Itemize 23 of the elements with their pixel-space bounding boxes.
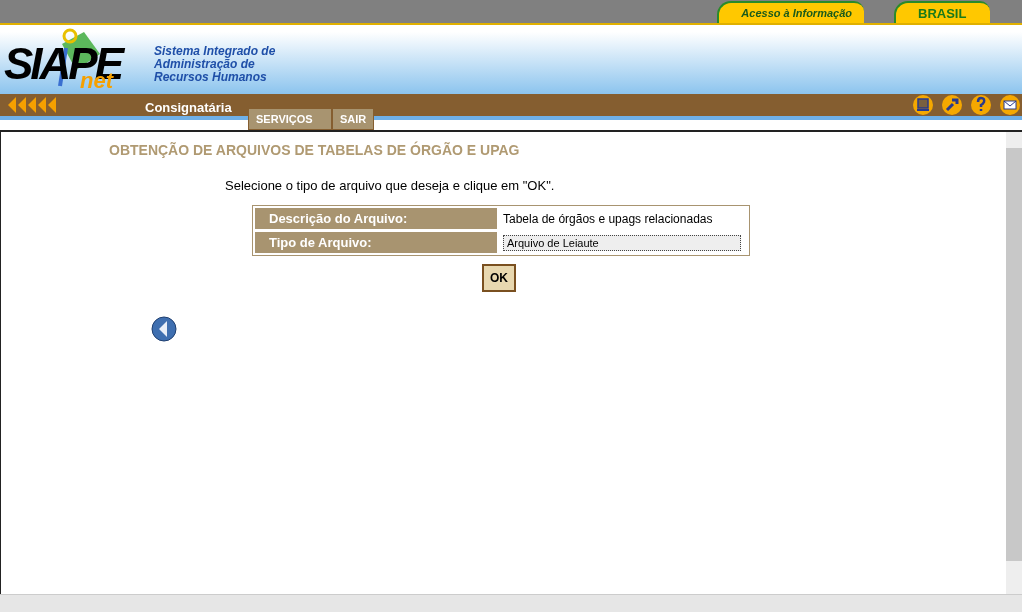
ok-button[interactable]: OK (482, 264, 516, 292)
field-label: Tipo de Arquivo: (255, 232, 497, 253)
monitor-icon[interactable] (913, 95, 933, 115)
help-icon[interactable] (971, 95, 991, 115)
system-name-text: Administração de (154, 58, 255, 71)
system-name-text: Recursos Humanos (154, 71, 268, 84)
brasil-link[interactable]: BRASIL (894, 1, 990, 23)
back-icon[interactable] (151, 316, 177, 342)
system-name-text: Sistema Integrado de (154, 45, 276, 58)
menu-tab[interactable]: SAIR (332, 109, 374, 130)
instruction-text: Selecione o tipo de arquivo que deseja e clique em "OK". (225, 178, 556, 193)
page-title: OBTENÇÃO DE ARQUIVOS DE TABELAS DE ÓRGÃO E UPAG (109, 142, 521, 158)
access-information-link[interactable]: Acesso à Informação (717, 1, 864, 23)
wrench-icon[interactable] (942, 95, 962, 115)
horizontal-scrollbar[interactable] (0, 594, 1022, 612)
section-title: Consignatária (145, 99, 232, 115)
back-arrows-icon[interactable] (6, 96, 58, 114)
file-type-select[interactable]: Arquivo de Leiaute (503, 234, 741, 251)
mail-icon[interactable] (1000, 95, 1020, 115)
vertical-scrollbar[interactable] (1006, 132, 1022, 594)
field-value: Tabela de órgãos e upags relacionadas (502, 210, 713, 228)
menu-tab[interactable]: SERVIÇOS (248, 109, 332, 130)
field-label: Descrição do Arquivo: (255, 208, 497, 229)
